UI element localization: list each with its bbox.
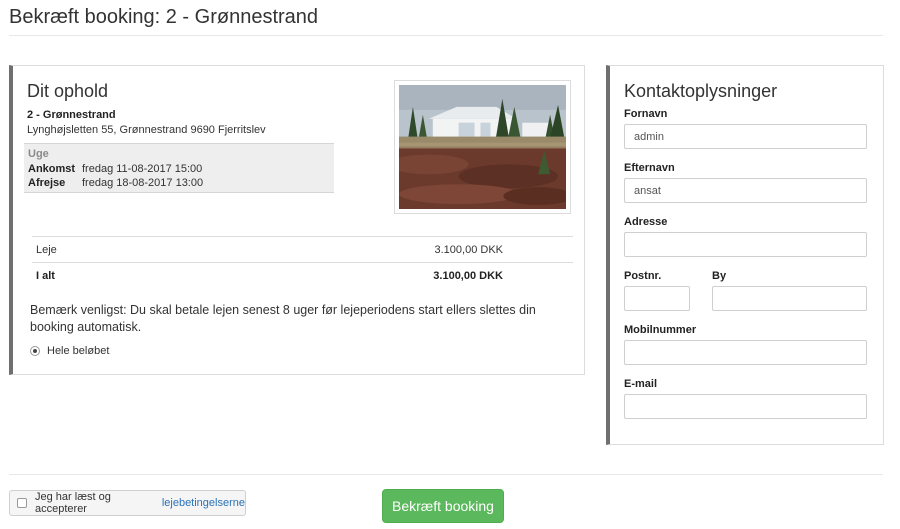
price-row-total: I alt 3.100,00 DKK (32, 262, 573, 288)
payment-option-label: Hele beløbet (47, 345, 110, 357)
property-name: 2 - Grønnestrand (27, 109, 116, 121)
city-label: By (712, 270, 727, 282)
arrival-value: fredag 11-08-2017 15:00 (82, 163, 203, 175)
first-name-input[interactable] (624, 124, 867, 149)
confirm-booking-button[interactable]: Bekræft booking (382, 489, 504, 523)
property-address: Lynghøjsletten 55, Grønnestrand 9690 Fje… (27, 124, 266, 136)
last-name-label: Efternavn (624, 162, 675, 174)
mobile-label: Mobilnummer (624, 324, 697, 336)
price-row-rent: Leje 3.100,00 DKK (32, 236, 573, 262)
page-title: Bekræft booking: 2 - Grønnestrand (9, 6, 319, 28)
arrival-row: Ankomst fredag 11-08-2017 15:00 (28, 163, 202, 175)
postal-code-label: Postnr. (624, 270, 662, 282)
stay-panel: Dit ophold 2 - Grønnestrand Lynghøjslett… (9, 65, 585, 375)
header-divider (9, 35, 883, 36)
arrival-label: Ankomst (28, 163, 76, 175)
address-label: Adresse (624, 216, 668, 228)
departure-row: Afrejse fredag 18-08-2017 13:00 (28, 177, 203, 189)
address-input[interactable] (624, 232, 867, 257)
price-amount: 3.100,00 DKK (434, 244, 504, 256)
price-amount: 3.100,00 DKK (433, 270, 503, 282)
terms-link[interactable]: lejebetingelserne (162, 497, 245, 509)
contact-panel: Kontaktoplysninger Fornavn Efternavn Adr… (606, 65, 884, 445)
stay-period-label: Uge (28, 148, 49, 160)
stay-heading: Dit ophold (27, 81, 109, 101)
city-input[interactable] (712, 286, 867, 311)
email-input[interactable] (624, 394, 867, 419)
last-name-input[interactable] (624, 178, 867, 203)
payment-option-full[interactable]: Hele beløbet (30, 345, 109, 357)
property-photo-image (399, 85, 566, 209)
terms-acceptance[interactable]: Jeg har læst og accepterer lejebetingels… (9, 490, 246, 516)
price-label: I alt (36, 270, 55, 282)
stay-dates-box: Uge Ankomst fredag 11-08-2017 15:00 Afrej… (24, 143, 334, 193)
footer-divider (9, 474, 883, 475)
payment-radio[interactable] (30, 346, 40, 356)
contact-heading: Kontaktoplysninger (624, 81, 778, 101)
postal-code-input[interactable] (624, 286, 690, 311)
price-table: Leje 3.100,00 DKK I alt 3.100,00 DKK (32, 236, 573, 288)
mobile-input[interactable] (624, 340, 867, 365)
terms-text: Jeg har læst og accepterer (35, 491, 111, 515)
terms-checkbox[interactable] (17, 498, 27, 508)
departure-value: fredag 18-08-2017 13:00 (82, 177, 204, 189)
price-label: Leje (36, 244, 57, 256)
payment-notice: Bemærk venligst: Du skal betale lejen se… (30, 303, 536, 334)
departure-label: Afrejse (28, 177, 66, 189)
property-photo (394, 80, 571, 214)
email-label: E-mail (624, 378, 658, 390)
first-name-label: Fornavn (624, 108, 668, 120)
